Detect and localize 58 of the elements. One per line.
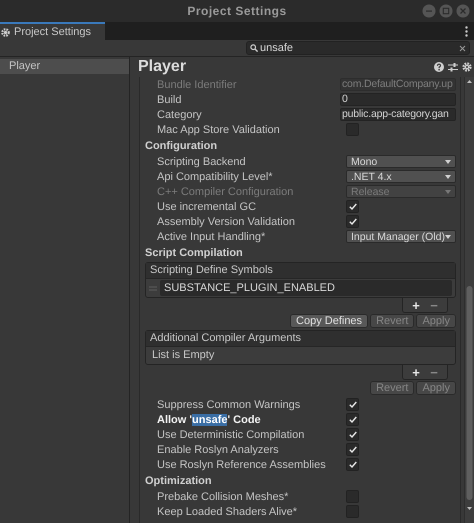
setting-label: Keep Loaded Shaders Alive* bbox=[156, 506, 298, 518]
checkbox[interactable] bbox=[346, 200, 359, 213]
text-field[interactable]: public.app-category.gan bbox=[340, 108, 456, 121]
checkbox[interactable] bbox=[346, 413, 359, 426]
dropdown[interactable]: Mono bbox=[346, 155, 456, 168]
gear-icon bbox=[0, 26, 11, 38]
setting-label: Mac App Store Validation bbox=[156, 124, 281, 136]
checkbox[interactable] bbox=[346, 215, 359, 228]
setting-label: Enable Roslyn Analyzers bbox=[156, 444, 280, 456]
sidebar-item[interactable]: Player bbox=[0, 59, 129, 74]
sliders-icon[interactable] bbox=[448, 62, 458, 72]
settings-tab[interactable]: Project Settings bbox=[0, 22, 106, 40]
section-heading: Configuration bbox=[145, 139, 218, 154]
page-title: Player bbox=[138, 58, 188, 76]
checkbox[interactable] bbox=[346, 458, 359, 471]
caret-icon bbox=[445, 160, 451, 164]
window-title: Project Settings bbox=[187, 4, 287, 18]
checkbox[interactable] bbox=[346, 398, 359, 411]
remove-button[interactable]: − bbox=[425, 365, 443, 379]
section-heading: Optimization bbox=[145, 474, 213, 489]
setting-label: Allow 'unsafe' Code bbox=[156, 414, 262, 426]
drag-handle-icon[interactable] bbox=[149, 286, 157, 290]
setting-label: Bundle Identifier bbox=[156, 78, 238, 90]
more-icon[interactable] bbox=[465, 26, 468, 36]
empty-list-text: List is Empty bbox=[151, 348, 216, 363]
setting-label: Scripting Backend bbox=[156, 156, 247, 168]
setting-label: C++ Compiler Configuration bbox=[156, 186, 294, 198]
help-icon[interactable] bbox=[434, 62, 444, 72]
setting-label: Suppress Common Warnings bbox=[156, 398, 302, 410]
setting-label: Use Roslyn Reference Assemblies bbox=[156, 458, 327, 470]
setting-label: Category bbox=[156, 108, 203, 120]
dropdown[interactable]: Input Manager (Old) bbox=[346, 230, 456, 243]
setting-label: Use Deterministic Compilation bbox=[156, 428, 306, 440]
list-header: Scripting Define Symbols bbox=[146, 263, 455, 279]
caret-icon bbox=[445, 174, 451, 178]
setting-label: Build bbox=[156, 94, 182, 106]
setting-label: Api Compatibility Level* bbox=[156, 170, 274, 182]
dropdown[interactable]: .NET 4.x bbox=[346, 170, 456, 183]
setting-label: Prebake Collision Meshes* bbox=[156, 490, 290, 502]
section-heading: Script Compilation bbox=[145, 246, 244, 261]
checkbox[interactable] bbox=[346, 428, 359, 441]
checkbox[interactable] bbox=[346, 443, 359, 456]
setting-label: Use incremental GC bbox=[156, 200, 258, 212]
text-field[interactable]: 0 bbox=[340, 93, 456, 106]
remove-button[interactable]: − bbox=[425, 298, 443, 312]
list-header: Additional Compiler Arguments bbox=[146, 331, 455, 347]
clear-icon[interactable] bbox=[459, 44, 466, 52]
setting-label: Active Input Handling* bbox=[156, 230, 266, 242]
list-entry-field[interactable]: SUBSTANCE_PLUGIN_ENABLED bbox=[160, 280, 452, 296]
settings-icon[interactable] bbox=[462, 62, 472, 72]
action-button[interactable]: Copy Defines bbox=[290, 314, 368, 328]
add-button[interactable]: + bbox=[407, 298, 425, 312]
search-field[interactable]: unsafe bbox=[246, 41, 470, 55]
setting-label: Assembly Version Validation bbox=[156, 216, 296, 228]
add-button[interactable]: + bbox=[407, 365, 425, 379]
caret-icon bbox=[445, 190, 451, 194]
caret-icon bbox=[445, 234, 451, 238]
search-icon bbox=[250, 44, 258, 52]
